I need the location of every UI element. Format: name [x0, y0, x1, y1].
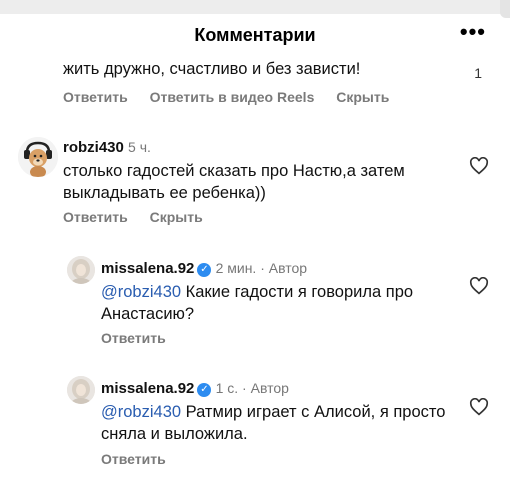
username[interactable]: missalena.92 — [101, 380, 194, 397]
comment-actions: Ответить Скрыть — [63, 209, 221, 225]
heart-outline-icon[interactable] — [469, 157, 489, 175]
profile-photo-icon — [67, 376, 95, 404]
comment-header: missalena.92 ✓ 1 с. · Автор — [101, 380, 289, 397]
username[interactable]: robzi430 — [63, 139, 124, 156]
mention-link[interactable]: @robzi430 — [101, 283, 181, 301]
avatar[interactable] — [18, 137, 58, 177]
reply-button[interactable]: Ответить — [63, 209, 128, 225]
comment-actions: Ответить Ответить в видео Reels Скрыть — [63, 89, 407, 105]
comment-text: столько гадостей сказать про Настю,а зат… — [63, 162, 405, 202]
hide-button[interactable]: Скрыть — [150, 209, 203, 225]
check-badge-icon: ✓ — [197, 383, 212, 397]
reply-button[interactable]: Ответить — [63, 89, 128, 105]
comment-text-partial: жить дружно, счастливо и без зависти! — [63, 60, 361, 78]
avatar[interactable] — [67, 376, 95, 404]
timestamp: 2 мин. — [215, 260, 257, 276]
like-count[interactable]: 1 — [474, 65, 482, 81]
comment-actions: Ответить — [101, 330, 184, 346]
mention-link[interactable]: @robzi430 — [101, 403, 181, 421]
profile-photo-icon — [67, 256, 95, 284]
reply-button[interactable]: Ответить — [101, 451, 166, 467]
timestamp: 5 ч. — [128, 139, 151, 155]
timestamp: 1 с. — [215, 380, 239, 396]
check-badge-icon: ✓ — [197, 263, 212, 277]
heart-outline-icon[interactable] — [469, 277, 489, 295]
page-title: Комментарии — [194, 25, 316, 45]
more-options-icon[interactable]: ••• — [460, 21, 486, 43]
author-label: Автор — [250, 380, 289, 396]
comment-actions: Ответить — [101, 451, 184, 467]
comments-header: Комментарии ••• — [0, 0, 510, 58]
avatar[interactable] — [67, 256, 95, 284]
dog-avatar-icon — [18, 137, 58, 177]
comment-text: @robzi430 Ратмир играет с Алисой, я прос… — [101, 401, 451, 445]
heart-outline-icon[interactable] — [469, 398, 489, 416]
username[interactable]: missalena.92 — [101, 260, 194, 277]
comment-header: robzi430 5 ч. — [63, 139, 151, 156]
author-label: Автор — [268, 260, 308, 276]
reply-reels-button[interactable]: Ответить в видео Reels — [150, 89, 315, 105]
comment-text: @robzi430 Какие гадости я говорила про А… — [101, 281, 451, 325]
hide-button[interactable]: Скрыть — [336, 89, 389, 105]
comment-header: missalena.92 ✓ 2 мин. · Автор — [101, 260, 308, 277]
reply-button[interactable]: Ответить — [101, 330, 166, 346]
